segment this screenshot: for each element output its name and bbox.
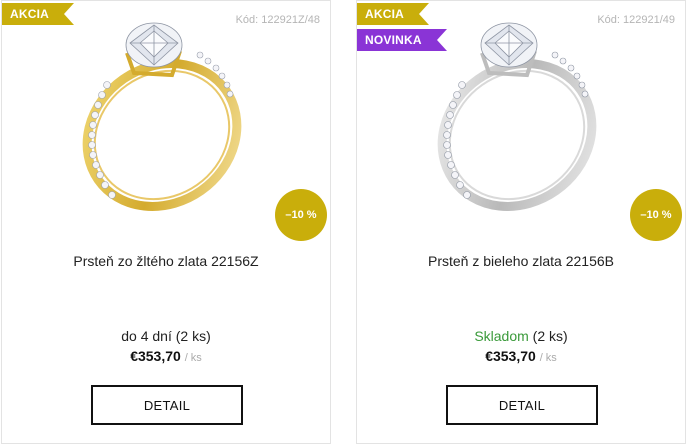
price-unit: / ks [184,352,202,364]
availability-status: Skladom [474,328,529,344]
product-code: Kód: 122921/49 [597,14,675,26]
product-image[interactable] [72,15,252,215]
detail-button[interactable]: DETAIL [446,385,598,425]
product-name[interactable]: Prsteň zo žltého zlata 22156Z [2,253,330,269]
detail-button[interactable]: DETAIL [91,385,243,425]
product-image[interactable] [427,15,607,215]
product-flags: AKCIA [2,3,64,29]
sale-flag: AKCIA [357,3,419,25]
discount-badge: –10 % [275,189,327,241]
price-unit: / ks [539,352,557,364]
product-card[interactable]: AKCIA NOVINKA Kód: 122921/49 –10 % Prste… [356,0,686,444]
availability-qty: (2 ks) [528,328,568,344]
availability: do 4 dní (2 ks) [2,328,330,344]
availability-qty: (2 ks) [171,328,211,344]
availability: Skladom (2 ks) [357,328,685,344]
new-flag: NOVINKA [357,29,437,51]
product-price: €353,70 / ks [2,348,330,364]
sale-flag: AKCIA [2,3,64,25]
discount-badge: –10 % [630,189,682,241]
availability-status: do 4 dní [121,328,172,344]
product-card[interactable]: AKCIA Kód: 122921Z/48 –10 % Prsteň zo žl… [1,0,331,444]
product-flags: AKCIA NOVINKA [357,3,437,55]
price-value: €353,70 [485,348,536,364]
product-price: €353,70 / ks [357,348,685,364]
product-name[interactable]: Prsteň z bieleho zlata 22156B [357,253,685,269]
price-value: €353,70 [130,348,181,364]
